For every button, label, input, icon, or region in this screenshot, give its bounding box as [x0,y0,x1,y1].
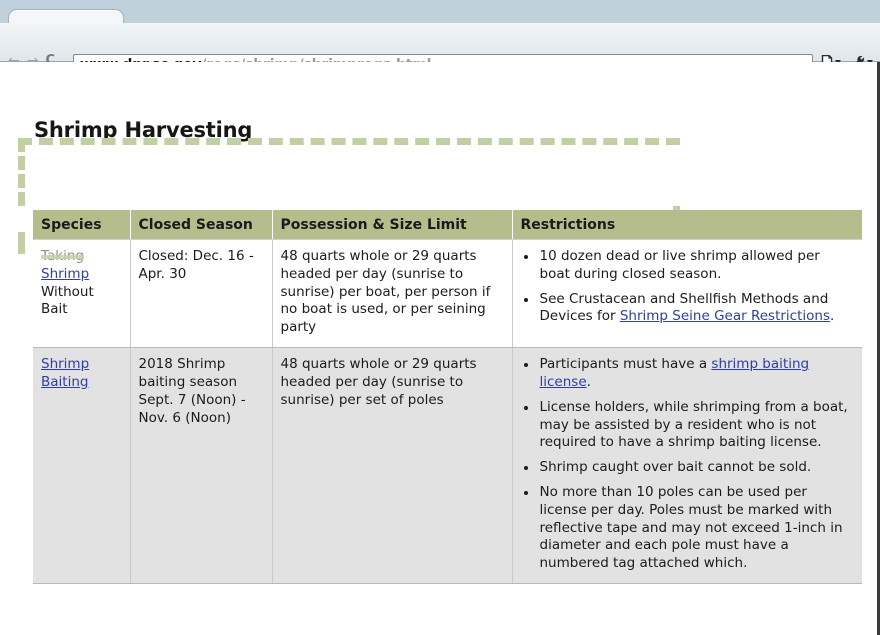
cell-possession-limit: 48 quarts whole or 29 quarts headed per … [272,239,513,349]
page-title: Shrimp Harvesting [34,118,253,143]
column-header-restrictions: Restrictions [512,210,862,240]
column-header-possession-size-limit: Possession & Size Limit [272,210,513,240]
possession-limit-text: 48 quarts whole or 29 quarts headed per … [280,248,491,336]
table-row: Shrimp Baiting 2018 Shrimp baiting seaso… [33,347,862,584]
restriction-text: 10 dozen dead or live shrimp allowed per… [539,248,820,282]
link-shrimp-baiting[interactable]: Shrimp Baiting [41,356,89,390]
selection-marquee [18,138,680,206]
cell-species: Taking Shrimp Without Bait [33,239,131,349]
cell-possession-limit: 48 quarts whole or 29 quarts headed per … [272,347,513,584]
list-item: 10 dozen dead or live shrimp allowed per… [538,248,855,284]
shrimp-harvesting-table: Species Closed Season Possession & Size … [33,210,862,584]
link-shrimp[interactable]: Shrimp [41,266,89,282]
list-item: No more than 10 poles can be used per li… [538,484,855,573]
table-header-row: Species Closed Season Possession & Size … [33,210,862,240]
restriction-text: Shrimp caught over bait cannot be sold. [539,459,812,476]
tab-strip [0,0,880,29]
species-prefix: Taking [41,248,84,264]
list-item: Participants must have a shrimp baiting … [538,356,855,392]
cell-species: Shrimp Baiting [33,347,131,584]
list-item: Shrimp caught over bait cannot be sold. [538,459,855,477]
cell-closed-season: Closed: Dec. 16 - Apr. 30 [130,239,273,349]
closed-season-text: Closed: Dec. 16 - Apr. 30 [138,248,254,282]
browser-chrome: ← → C www.dnr.sc.gov/regs/shrimp/shrimpr… [0,0,880,76]
list-item: See Crustacean and Shellfish Methods and… [538,291,855,327]
restrictions-list: Participants must have a shrimp baiting … [521,356,855,573]
browser-toolbar: ← → C www.dnr.sc.gov/regs/shrimp/shrimpr… [0,23,880,76]
possession-limit-text: 48 quarts whole or 29 quarts headed per … [280,356,477,408]
page-viewport: Shrimp Harvesting Species Closed Season … [0,62,880,635]
list-item: License holders, while shrimping from a … [538,399,855,452]
cell-restrictions: 10 dozen dead or live shrimp allowed per… [512,239,862,349]
link-shrimp-seine-gear-restrictions[interactable]: Shrimp Seine Gear Restrictions [620,308,830,324]
species-suffix: Without Bait [41,283,94,318]
table-row: Taking Shrimp Without Bait Closed: Dec. … [33,239,862,349]
restriction-text: License holders, while shrimping from a … [539,398,848,451]
restriction-text: No more than 10 poles can be used per li… [539,483,843,572]
restriction-text-after: . [829,308,835,325]
column-header-closed-season: Closed Season [130,210,273,240]
column-header-species: Species [33,210,131,240]
restriction-text-after: . [586,373,591,390]
selection-marquee-segment [18,232,25,254]
closed-season-text: 2018 Shrimp baiting season Sept. 7 (Noon… [138,356,246,426]
cell-closed-season: 2018 Shrimp baiting season Sept. 7 (Noon… [130,347,273,584]
cell-restrictions: Participants must have a shrimp baiting … [512,347,862,584]
restriction-text-before: Participants must have a [539,356,712,373]
restrictions-list: 10 dozen dead or live shrimp allowed per… [521,248,855,326]
